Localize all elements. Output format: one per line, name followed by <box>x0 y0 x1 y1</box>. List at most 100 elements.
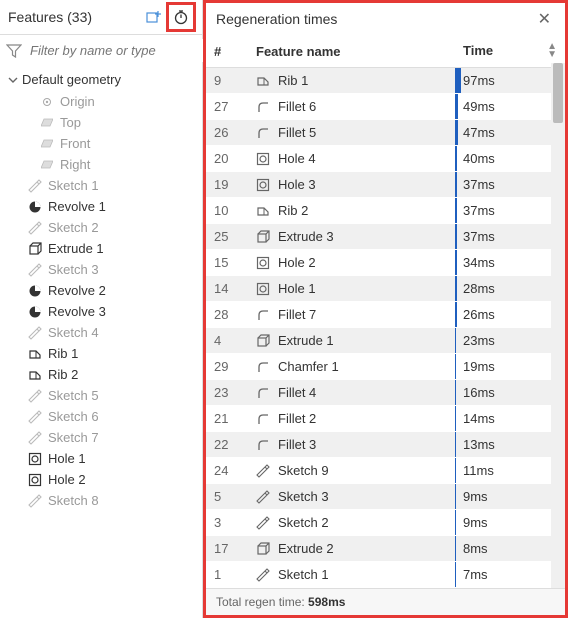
row-num: 20 <box>206 146 248 172</box>
hole-icon <box>256 152 270 166</box>
row-name-cell: Hole 3 <box>248 172 455 197</box>
feature-item[interactable]: Sketch 2 <box>0 217 202 238</box>
feature-item[interactable]: Sketch 7 <box>0 427 202 448</box>
table-row[interactable]: 1Sketch 17ms <box>206 562 565 588</box>
table-row[interactable]: 25Extrude 337ms <box>206 224 565 250</box>
feature-item[interactable]: Revolve 2 <box>0 280 202 301</box>
table-row[interactable]: 9Rib 197ms <box>206 68 565 94</box>
feature-item[interactable]: Sketch 4 <box>0 322 202 343</box>
plane-item[interactable]: Front <box>0 133 202 154</box>
table-row[interactable]: 4Extrude 123ms <box>206 328 565 354</box>
sketch-icon <box>256 464 270 478</box>
feature-item[interactable]: Rib 1 <box>0 343 202 364</box>
table-row[interactable]: 28Fillet 726ms <box>206 302 565 328</box>
table-row[interactable]: 3Sketch 29ms <box>206 510 565 536</box>
scrollbar-thumb[interactable] <box>553 63 563 123</box>
row-name-cell: Sketch 2 <box>248 510 455 535</box>
row-num: 5 <box>206 484 248 510</box>
feature-item[interactable]: Sketch 6 <box>0 406 202 427</box>
table-row[interactable]: 26Fillet 547ms <box>206 120 565 146</box>
col-header-time[interactable]: Time ▲▼ <box>455 35 565 68</box>
feature-item[interactable]: Sketch 3 <box>0 259 202 280</box>
row-num: 17 <box>206 536 248 562</box>
row-name-cell: Hole 1 <box>248 276 455 301</box>
row-name: Fillet 5 <box>278 125 316 140</box>
filter-icon[interactable] <box>6 44 22 58</box>
row-time: 9ms <box>463 489 488 504</box>
sketch-icon <box>256 516 270 530</box>
row-name-cell: Hole 4 <box>248 146 455 171</box>
fillet-icon <box>256 126 270 140</box>
feature-item[interactable]: Hole 2 <box>0 469 202 490</box>
table-row[interactable]: 15Hole 234ms <box>206 250 565 276</box>
table-row[interactable]: 22Fillet 313ms <box>206 432 565 458</box>
time-bar <box>455 172 457 197</box>
extrude-icon <box>256 542 270 556</box>
time-bar <box>455 484 456 509</box>
filter-row <box>0 35 202 66</box>
sketch-icon <box>28 494 42 508</box>
feature-item[interactable]: Sketch 8 <box>0 490 202 511</box>
feature-item[interactable]: Extrude 1 <box>0 238 202 259</box>
feature-label: Sketch 5 <box>48 388 99 403</box>
row-name: Fillet 2 <box>278 411 316 426</box>
row-num: 21 <box>206 406 248 432</box>
fillet-icon <box>256 386 270 400</box>
row-name-cell: Sketch 3 <box>248 484 455 509</box>
table-row[interactable]: 5Sketch 3 9ms <box>206 484 565 510</box>
close-icon[interactable]: ✕ <box>534 9 555 29</box>
row-name: Sketch 9 <box>278 463 329 478</box>
row-time-cell: 37ms <box>455 172 565 198</box>
insert-feature-icon[interactable] <box>144 7 164 27</box>
table-row[interactable]: 29Chamfer 119ms <box>206 354 565 380</box>
feature-item[interactable]: Revolve 3 <box>0 301 202 322</box>
row-num: 29 <box>206 354 248 380</box>
row-time: 8ms <box>463 541 488 556</box>
row-name: Rib 1 <box>278 73 308 88</box>
plane-item[interactable]: Top <box>0 112 202 133</box>
table-row[interactable]: 17Extrude 28ms <box>206 536 565 562</box>
row-name: Sketch 2 <box>278 515 329 530</box>
feature-item[interactable]: Rib 2 <box>0 364 202 385</box>
table-row[interactable]: 27Fillet 649ms <box>206 94 565 120</box>
row-time: 14ms <box>463 411 495 426</box>
feature-label: Sketch 8 <box>48 493 99 508</box>
scrollbar[interactable] <box>551 63 565 588</box>
row-name-cell: Fillet 3 <box>248 432 455 457</box>
feature-item[interactable]: Hole 1 <box>0 448 202 469</box>
hole-icon <box>28 452 42 466</box>
feature-tree[interactable]: Default geometry Origin TopFrontRight Sk… <box>0 66 202 618</box>
table-row[interactable]: 20Hole 440ms <box>206 146 565 172</box>
plane-icon <box>40 116 54 130</box>
table-row[interactable]: 24Sketch 911ms <box>206 458 565 484</box>
row-time-cell: 34ms <box>455 250 565 276</box>
row-time: 37ms <box>463 229 495 244</box>
revolve-icon <box>28 200 42 214</box>
time-bar <box>455 302 457 327</box>
row-name: Fillet 6 <box>278 99 316 114</box>
col-header-name[interactable]: Feature name <box>248 35 455 68</box>
table-row[interactable]: 14Hole 128ms <box>206 276 565 302</box>
default-geometry-group[interactable]: Default geometry <box>0 68 202 91</box>
sort-icon[interactable]: ▲▼ <box>547 43 557 59</box>
table-row[interactable]: 23Fillet 416ms <box>206 380 565 406</box>
row-num: 4 <box>206 328 248 354</box>
row-time-cell: 13ms <box>455 432 565 458</box>
origin-item[interactable]: Origin <box>0 91 202 112</box>
row-num: 25 <box>206 224 248 250</box>
row-time-cell: 8ms <box>455 536 565 562</box>
regen-table: # Feature name Time ▲▼ 9Rib 197ms27Fille… <box>206 35 565 588</box>
regen-timer-icon[interactable] <box>171 7 191 27</box>
row-time: 7ms <box>463 567 488 582</box>
feature-item[interactable]: Sketch 1 <box>0 175 202 196</box>
row-name: Fillet 7 <box>278 307 316 322</box>
feature-item[interactable]: Sketch 5 <box>0 385 202 406</box>
table-row[interactable]: 21 Fillet 2 14ms <box>206 406 565 432</box>
feature-item[interactable]: Revolve 1 <box>0 196 202 217</box>
table-row[interactable]: 19Hole 337ms <box>206 172 565 198</box>
regen-table-wrap[interactable]: # Feature name Time ▲▼ 9Rib 197ms27Fille… <box>206 35 565 588</box>
table-row[interactable]: 10Rib 237ms <box>206 198 565 224</box>
plane-item[interactable]: Right <box>0 154 202 175</box>
filter-input[interactable] <box>28 39 210 62</box>
col-header-num[interactable]: # <box>206 35 248 68</box>
